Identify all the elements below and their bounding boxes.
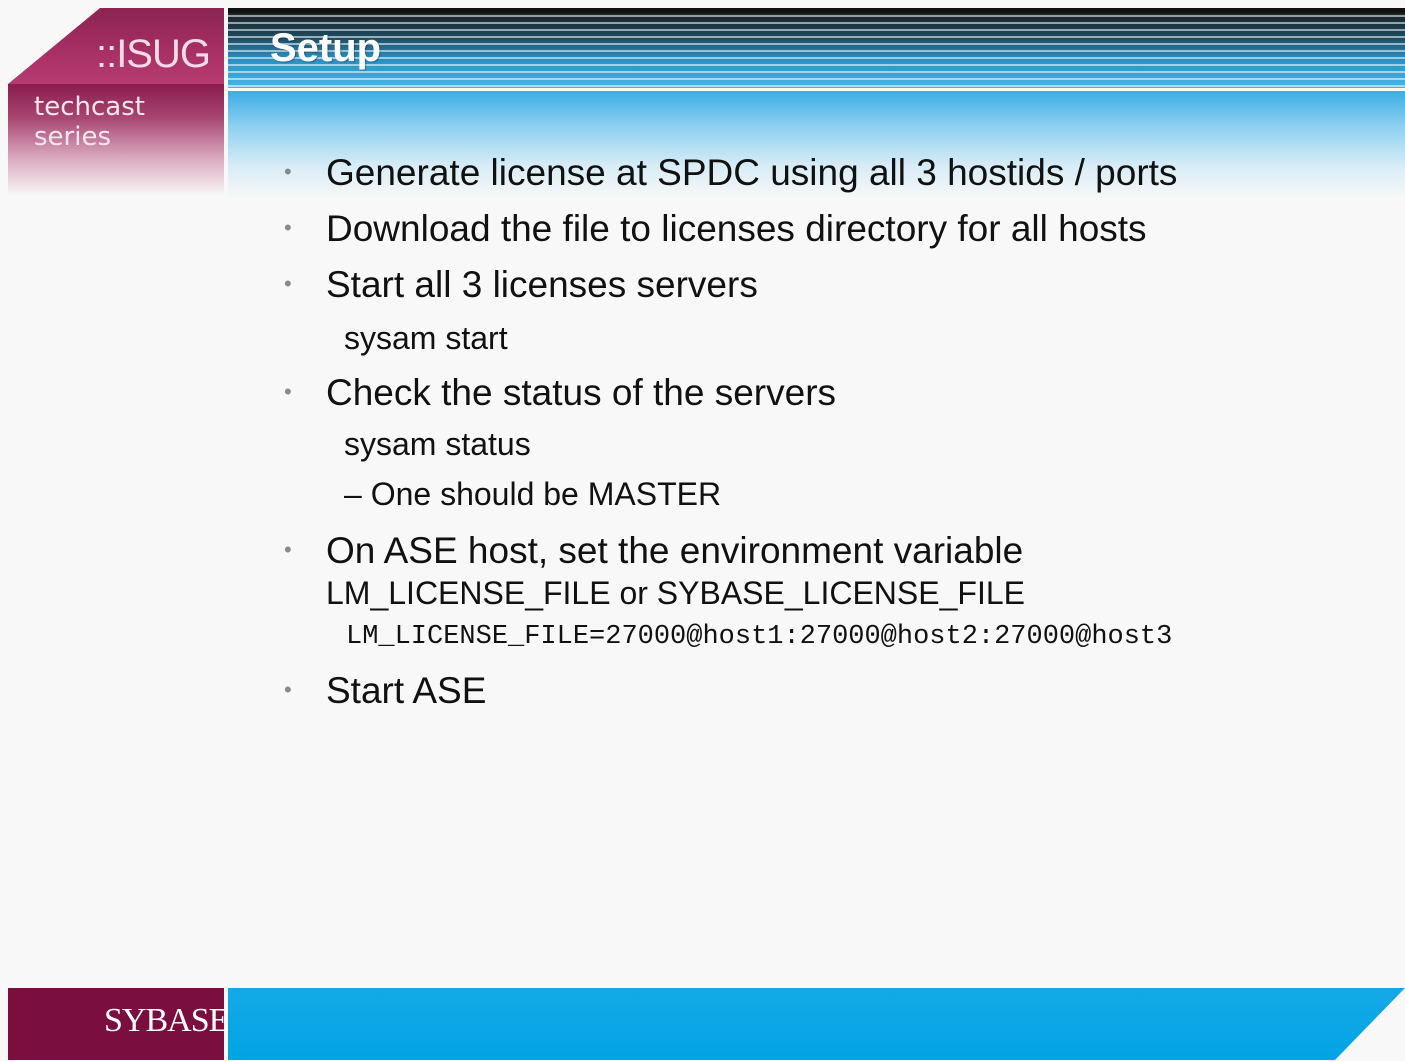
- sub-list-item: – One should be MASTER: [344, 476, 722, 512]
- series-label: techcast series: [34, 92, 145, 152]
- list-item: Generate license at SPDC using all 3 hos…: [326, 152, 1178, 193]
- list-item: Start ASE: [326, 670, 487, 711]
- list-item: Download the file to licenses directory …: [326, 208, 1147, 249]
- isug-logo: ::ISUG: [95, 32, 211, 76]
- list-item: Check the status of the servers: [326, 372, 837, 413]
- command-text: sysam start: [344, 320, 508, 356]
- bullet-icon: •: [284, 537, 292, 562]
- title-bar-divider: [228, 88, 1405, 91]
- techcast-series-panel: techcast series: [8, 84, 224, 196]
- bullet-icon: •: [284, 379, 292, 404]
- title-bar: [228, 8, 1405, 88]
- command-text: sysam status: [344, 426, 531, 462]
- sybase-logo: SYBASE: [104, 1002, 229, 1039]
- title-bar-top-line: [228, 8, 1405, 13]
- footer-brand-panel: SYBASE: [8, 988, 229, 1060]
- list-item: Start all 3 licenses servers: [326, 264, 758, 305]
- isug-logo-panel: ::ISUG: [8, 8, 224, 84]
- slide: ::ISUG techcast series Setup • Generate …: [0, 0, 1405, 1061]
- bullet-icon: •: [284, 159, 292, 184]
- slide-title: Setup: [270, 26, 382, 70]
- bullet-icon: •: [284, 271, 292, 296]
- bullet-icon: •: [284, 677, 292, 702]
- bullet-icon: •: [284, 215, 292, 240]
- list-item-continuation: LM_LICENSE_FILE or SYBASE_LICENSE_FILE: [326, 575, 1025, 611]
- list-item: On ASE host, set the environment variabl…: [326, 530, 1024, 571]
- footer-bar: [228, 988, 1405, 1060]
- code-line: LM_LICENSE_FILE=27000@host1:27000@host2:…: [346, 622, 1173, 652]
